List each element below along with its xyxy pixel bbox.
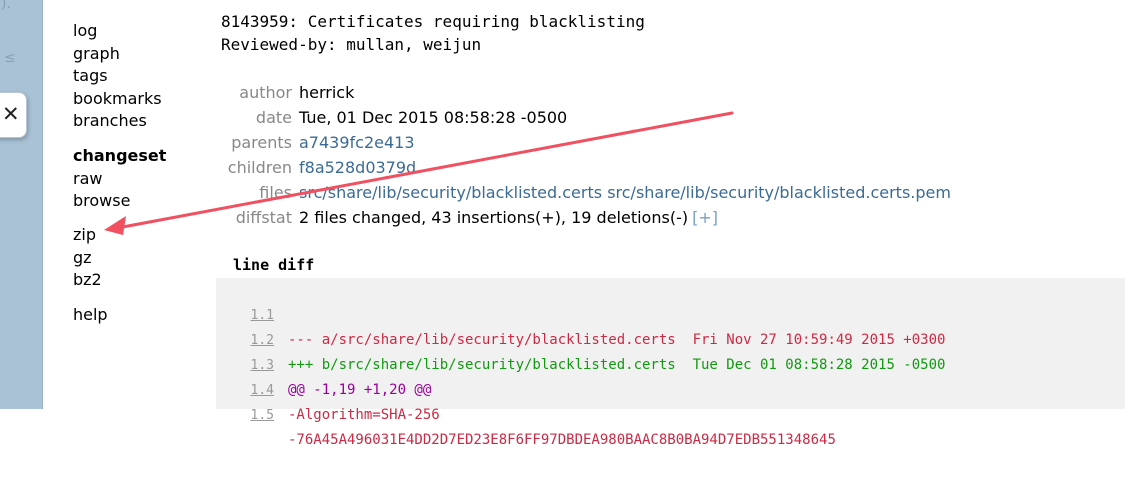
author-value: herrick bbox=[299, 83, 355, 102]
files-label: files bbox=[259, 183, 292, 202]
nav-log[interactable]: log bbox=[73, 20, 162, 43]
nav-gz[interactable]: gz bbox=[73, 247, 102, 270]
changeset-description: 8143959: Certificates requiring blacklis… bbox=[221, 10, 645, 56]
nav-group-history: log graph tags bookmarks branches bbox=[73, 20, 162, 133]
nav-changeset: changeset bbox=[73, 146, 167, 165]
diff-line: 1.3 @@ -1,19 +1,20 @@ bbox=[216, 328, 1125, 398]
close-icon: ✕ bbox=[2, 102, 20, 126]
diff-line: 1.4 -Algorithm=SHA-256 bbox=[216, 353, 1125, 423]
nav-browse[interactable]: browse bbox=[73, 190, 166, 213]
nav-group-changeset: changeset raw browse bbox=[73, 145, 166, 213]
file-link-certs[interactable]: src/share/lib/security/blacklisted.certs bbox=[299, 183, 602, 202]
diff-line-text: -76A45A496031E4DD2D7ED23E8F6FF97DBDEA980… bbox=[288, 432, 836, 448]
diff-line-text: -Algorithm=SHA-256 bbox=[288, 407, 440, 423]
close-panel-button[interactable]: ✕ bbox=[0, 92, 27, 138]
date-label: date bbox=[255, 108, 292, 127]
diff-line: 1.2 +++ b/src/share/lib/security/blackli… bbox=[216, 303, 1125, 373]
diffstat-expand-toggle[interactable]: [+] bbox=[692, 208, 718, 227]
children-label: children bbox=[227, 158, 292, 177]
parents-label: parents bbox=[231, 133, 292, 152]
nav-raw[interactable]: raw bbox=[73, 168, 166, 191]
nav-bz2[interactable]: bz2 bbox=[73, 269, 102, 292]
file-link-certs-pem[interactable]: src/share/lib/security/blacklisted.certs… bbox=[607, 183, 951, 202]
nav-help[interactable]: help bbox=[73, 304, 108, 327]
nav-tags[interactable]: tags bbox=[73, 65, 162, 88]
line-number-link[interactable]: 1.5 bbox=[216, 403, 274, 428]
nav-zip[interactable]: zip bbox=[73, 224, 102, 247]
nav-group-archives: zip gz bz2 bbox=[73, 224, 102, 292]
nav-branches[interactable]: branches bbox=[73, 110, 162, 133]
child-link[interactable]: f8a528d0379d bbox=[299, 158, 416, 177]
nav-bookmarks[interactable]: bookmarks bbox=[73, 88, 162, 111]
panel-glyph-top: ). bbox=[1, 0, 11, 12]
diff-line: 1.1 --- a/src/share/lib/security/blackli… bbox=[216, 278, 1125, 348]
nav-graph[interactable]: graph bbox=[73, 43, 162, 66]
diffstat-label: diffstat bbox=[235, 208, 292, 227]
date-value: Tue, 01 Dec 2015 08:58:28 -0500 bbox=[299, 108, 568, 127]
panel-glyph-mid: ≤ bbox=[4, 50, 16, 66]
description-reviewers: Reviewed-by: mullan, weijun bbox=[221, 35, 482, 54]
diff-block: 1.1 --- a/src/share/lib/security/blackli… bbox=[216, 278, 1125, 448]
arrow-head bbox=[104, 216, 126, 235]
nav-group-help: help bbox=[73, 304, 108, 327]
author-label: author bbox=[239, 83, 292, 102]
diffstat-value: 2 files changed, 43 insertions(+), 19 de… bbox=[299, 208, 689, 227]
line-diff-heading: line diff bbox=[233, 256, 315, 274]
parent-link[interactable]: a7439fc2e413 bbox=[299, 133, 415, 152]
side-panel-strip: ). ≤ bbox=[0, 0, 43, 409]
description-title: 8143959: Certificates requiring blacklis… bbox=[221, 12, 645, 31]
diff-line: 1.5 -76A45A496031E4DD2D7ED23E8F6FF97DBDE… bbox=[216, 378, 1125, 448]
